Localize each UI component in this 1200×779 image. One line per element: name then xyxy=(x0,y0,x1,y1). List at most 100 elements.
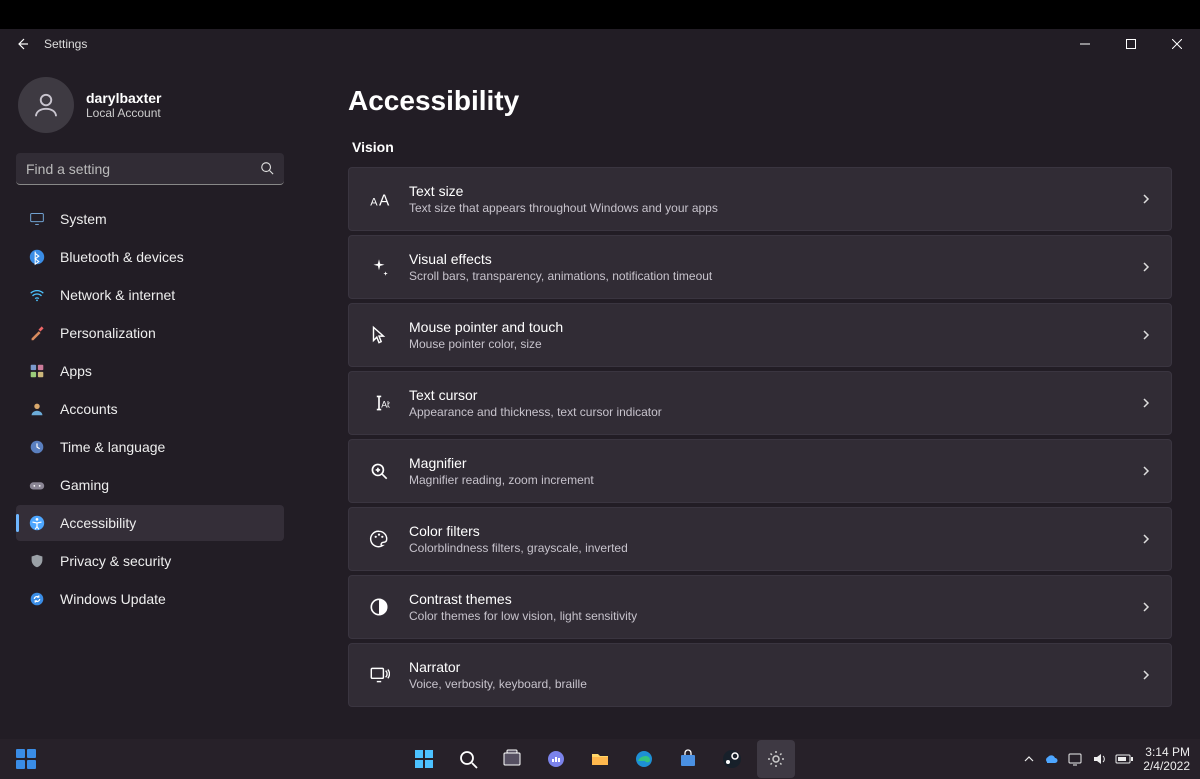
taskbar-right: 3:14 PM 2/4/2022 xyxy=(1023,745,1190,773)
sidebar-item-system[interactable]: System xyxy=(16,201,284,237)
accessibility-icon xyxy=(28,514,46,532)
maximize-button[interactable] xyxy=(1108,29,1154,59)
store-taskbar[interactable] xyxy=(669,740,707,778)
folder-icon xyxy=(590,749,610,769)
textcursor-icon: Ab xyxy=(367,391,391,415)
app-body: darylbaxter Local Account System Bluetoot… xyxy=(0,59,1200,739)
card-desc: Voice, verbosity, keyboard, braille xyxy=(409,677,1139,691)
sidebar-item-accessibility[interactable]: Accessibility xyxy=(16,505,284,541)
card-body: MagnifierMagnifier reading, zoom increme… xyxy=(409,455,1139,487)
edge-taskbar[interactable] xyxy=(625,740,663,778)
titlebar: Settings xyxy=(0,29,1200,59)
minimize-button[interactable] xyxy=(1062,29,1108,59)
card-title: Text size xyxy=(409,183,1139,199)
card-contrast-themes[interactable]: Contrast themesColor themes for low visi… xyxy=(348,575,1172,639)
volume-icon xyxy=(1091,751,1107,767)
gear-icon xyxy=(766,749,786,769)
card-desc: Scroll bars, transparency, animations, n… xyxy=(409,269,1139,283)
chat-taskbar[interactable] xyxy=(537,740,575,778)
card-color-filters[interactable]: Color filtersColorblindness filters, gra… xyxy=(348,507,1172,571)
sidebar-item-gaming[interactable]: Gaming xyxy=(16,467,284,503)
wifi-icon xyxy=(28,286,46,304)
card-desc: Colorblindness filters, grayscale, inver… xyxy=(409,541,1139,555)
taskbar-clock[interactable]: 3:14 PM 2/4/2022 xyxy=(1143,745,1190,773)
user-name: darylbaxter xyxy=(86,90,161,106)
start-button[interactable] xyxy=(405,740,443,778)
chevron-up-icon xyxy=(1023,753,1035,765)
system-tray[interactable] xyxy=(1023,751,1133,767)
sidebar: darylbaxter Local Account System Bluetoot… xyxy=(0,59,300,739)
bluetooth-icon xyxy=(28,248,46,266)
steam-icon xyxy=(722,749,742,769)
settings-app: Settings darylbaxter Local Account xyxy=(0,29,1200,739)
avatar xyxy=(18,77,74,133)
chevron-right-icon xyxy=(1139,328,1153,342)
contrast-icon xyxy=(367,595,391,619)
sidebar-item-bluetooth-devices[interactable]: Bluetooth & devices xyxy=(16,239,284,275)
card-body: Narrator Voice, verbosity, keyboard, brai… xyxy=(409,659,1139,691)
chevron-right-icon xyxy=(1139,532,1153,546)
sidebar-item-label: Accessibility xyxy=(60,515,136,531)
card-narrator[interactable]: Narrator Voice, verbosity, keyboard, brai… xyxy=(348,643,1172,707)
onedrive-icon xyxy=(1043,751,1059,767)
card-title: Visual effects xyxy=(409,251,1139,267)
store-icon xyxy=(678,749,698,769)
user-profile[interactable]: darylbaxter Local Account xyxy=(16,59,284,145)
taskbar-center xyxy=(405,740,795,778)
sidebar-item-privacy-security[interactable]: Privacy & security xyxy=(16,543,284,579)
privacy-icon xyxy=(28,552,46,570)
gaming-icon xyxy=(28,476,46,494)
narrator-icon xyxy=(367,663,391,687)
chevron-right-icon xyxy=(1139,464,1153,478)
card-body: Contrast themesColor themes for low visi… xyxy=(409,591,1139,623)
magnifier-icon xyxy=(367,459,391,483)
sidebar-item-label: Network & internet xyxy=(60,287,175,303)
card-mouse-pointer-and-touch[interactable]: Mouse pointer and touch Mouse pointer col… xyxy=(348,303,1172,367)
user-subtitle: Local Account xyxy=(86,106,161,120)
search-input[interactable] xyxy=(16,153,284,185)
task-view-icon xyxy=(502,749,522,769)
sparkle-icon xyxy=(367,255,391,279)
search-taskbar[interactable] xyxy=(449,740,487,778)
card-text-size[interactable]: AA Text size Text size that appears throug… xyxy=(348,167,1172,231)
chevron-right-icon xyxy=(1139,668,1153,682)
card-visual-effects[interactable]: Visual effects Scroll bars, transparency,… xyxy=(348,235,1172,299)
window-title: Settings xyxy=(44,37,87,51)
sidebar-item-label: Bluetooth & devices xyxy=(60,249,184,265)
card-magnifier[interactable]: MagnifierMagnifier reading, zoom increme… xyxy=(348,439,1172,503)
sidebar-item-accounts[interactable]: Accounts xyxy=(16,391,284,427)
sidebar-item-label: Accounts xyxy=(60,401,118,417)
textsize-icon: AA xyxy=(367,187,391,211)
card-title: Narrator xyxy=(409,659,1139,675)
taskbar-widgets[interactable] xyxy=(12,745,40,773)
explorer-taskbar[interactable] xyxy=(581,740,619,778)
chevron-right-icon xyxy=(1139,396,1153,410)
sidebar-item-label: Apps xyxy=(60,363,92,379)
search-wrap xyxy=(16,153,284,185)
card-body: Mouse pointer and touch Mouse pointer col… xyxy=(409,319,1139,351)
sidebar-item-personalization[interactable]: Personalization xyxy=(16,315,284,351)
brush-icon xyxy=(28,324,46,342)
cards: AA Text size Text size that appears throug… xyxy=(348,167,1172,707)
sidebar-item-windows-update[interactable]: Windows Update xyxy=(16,581,284,617)
steam-taskbar[interactable] xyxy=(713,740,751,778)
card-title: Mouse pointer and touch xyxy=(409,319,1139,335)
minimize-icon xyxy=(1080,39,1090,49)
search-icon xyxy=(260,161,274,175)
taskbar-date: 2/4/2022 xyxy=(1143,759,1190,773)
card-body: Text size Text size that appears througho… xyxy=(409,183,1139,215)
close-button[interactable] xyxy=(1154,29,1200,59)
sidebar-item-time-language[interactable]: Time & language xyxy=(16,429,284,465)
chevron-right-icon xyxy=(1139,192,1153,206)
card-text-cursor[interactable]: AbText cursorAppearance and thickness, t… xyxy=(348,371,1172,435)
card-desc: Text size that appears throughout Window… xyxy=(409,201,1139,215)
taskbar: 3:14 PM 2/4/2022 xyxy=(0,739,1200,779)
section-label: Vision xyxy=(352,139,1172,155)
window-top-spacer xyxy=(0,0,1200,29)
task-view[interactable] xyxy=(493,740,531,778)
card-desc: Mouse pointer color, size xyxy=(409,337,1139,351)
back-button[interactable] xyxy=(0,29,44,59)
sidebar-item-apps[interactable]: Apps xyxy=(16,353,284,389)
sidebar-item-network-internet[interactable]: Network & internet xyxy=(16,277,284,313)
settings-taskbar[interactable] xyxy=(757,740,795,778)
